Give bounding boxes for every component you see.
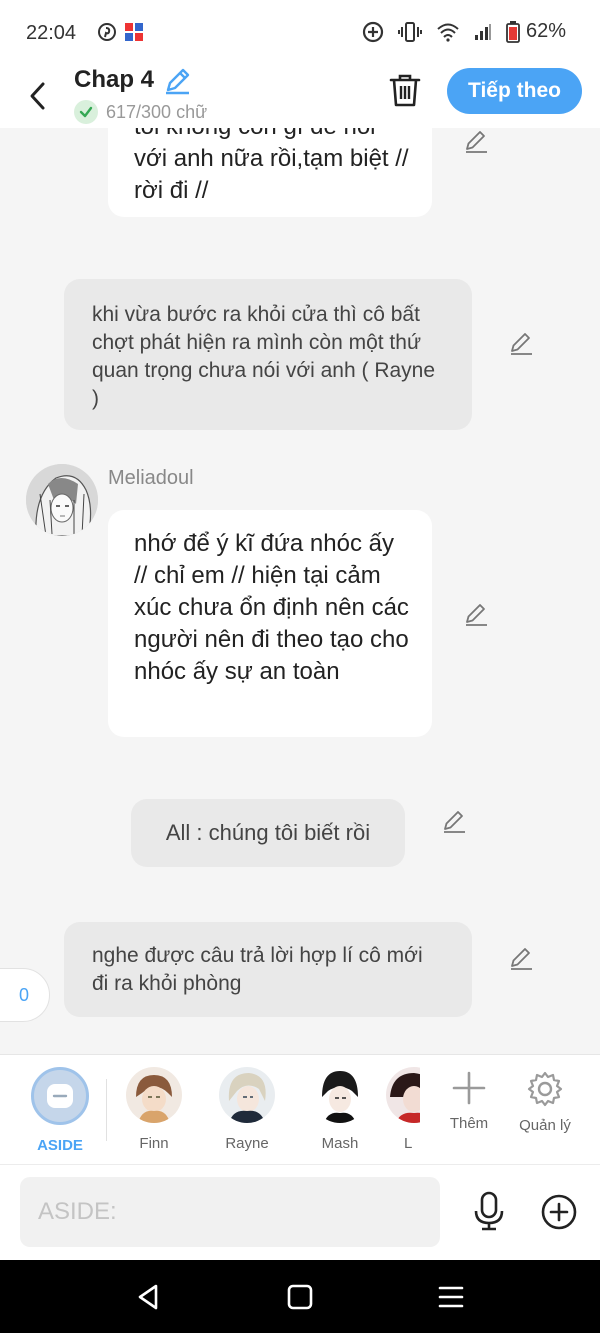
back-button[interactable] <box>22 76 52 116</box>
edit-message-icon[interactable] <box>463 601 489 627</box>
divider <box>106 1079 107 1141</box>
app-grid-icon <box>125 23 143 41</box>
system-nav-bar <box>0 1260 600 1333</box>
message-text: tôi không còn gì để nói với anh nữa rồi,… <box>134 128 409 204</box>
chat-area[interactable]: tôi không còn gì để nói với anh nữa rồi,… <box>0 128 600 1054</box>
character-label: Finn <box>139 1135 169 1152</box>
chat-bubble-icon <box>47 1084 73 1108</box>
edit-message-icon[interactable] <box>463 128 489 154</box>
comment-count-badge[interactable]: 0 <box>0 968 50 1022</box>
character-aside[interactable]: ASIDE <box>25 1067 95 1154</box>
gear-icon <box>527 1071 563 1107</box>
character-bar: ASIDE Finn Rayne Mash L Thêm Quản lý <box>0 1054 600 1164</box>
add-character-button[interactable]: Thêm <box>434 1071 504 1132</box>
speaker-name: Meliadoul <box>108 467 194 489</box>
status-icons-left <box>98 22 144 42</box>
next-button[interactable]: Tiếp theo <box>447 68 582 114</box>
microphone-icon[interactable] <box>470 1191 508 1231</box>
status-bar: 22:04 62% <box>0 0 600 66</box>
status-icons-right: 62% <box>362 20 566 43</box>
character-avatar <box>386 1067 420 1123</box>
aside-avatar <box>31 1067 89 1125</box>
check-icon <box>74 100 98 124</box>
manage-label: Quản lý <box>519 1117 571 1134</box>
edit-message-icon[interactable] <box>508 330 534 356</box>
wifi-icon <box>437 23 459 42</box>
aside-input[interactable] <box>20 1177 440 1247</box>
word-count: 617/300 chữ <box>74 100 207 124</box>
word-count-text: 617/300 chữ <box>106 101 208 122</box>
character-avatar <box>219 1067 275 1123</box>
character-finn[interactable]: Finn <box>119 1067 189 1152</box>
manage-button[interactable]: Quản lý <box>510 1071 580 1134</box>
character-avatar <box>312 1067 368 1123</box>
character-avatar <box>126 1067 182 1123</box>
character-label: Rayne <box>225 1135 269 1152</box>
menu-icon[interactable] <box>436 1282 466 1312</box>
chevron-left-icon <box>30 82 45 110</box>
add-label: Thêm <box>449 1115 489 1132</box>
narration-bubble[interactable]: All : chúng tôi biết rồi <box>131 799 405 867</box>
chapter-title: Chap 4 <box>74 66 155 93</box>
character-label: Mash <box>321 1135 359 1152</box>
character-label: ASIDE <box>37 1137 83 1154</box>
character-label: L <box>404 1135 413 1152</box>
message-text: nghe được câu trả lời hợp lí cô mới đi r… <box>92 944 423 995</box>
character-rayne[interactable]: Rayne <box>212 1067 282 1152</box>
data-saver-icon <box>362 21 384 42</box>
battery-icon <box>506 20 520 43</box>
narration-bubble[interactable]: nghe được câu trả lời hợp lí cô mới đi r… <box>64 922 472 1017</box>
message-text: All : chúng tôi biết rồi <box>165 820 371 845</box>
message-bubble[interactable]: tôi không còn gì để nói với anh nữa rồi,… <box>108 128 432 217</box>
app-header: Chap 4 617/300 chữ Tiếp theo <box>0 66 600 128</box>
message-text: khi vừa bước ra khỏi cửa thì cô bất chợt… <box>92 303 436 410</box>
pinterest-icon <box>98 23 116 41</box>
trash-icon[interactable] <box>388 72 422 108</box>
character-l[interactable]: L <box>380 1067 420 1152</box>
signal-icon <box>474 23 491 40</box>
character-mash[interactable]: Mash <box>305 1067 375 1152</box>
add-circle-icon[interactable] <box>540 1193 578 1231</box>
back-triangle-icon[interactable] <box>134 1282 164 1312</box>
narration-bubble[interactable]: khi vừa bước ra khỏi cửa thì cô bất chợt… <box>64 279 472 430</box>
edit-message-icon[interactable] <box>441 808 467 834</box>
input-bar <box>0 1164 600 1260</box>
plus-icon <box>452 1071 486 1105</box>
status-time: 22:04 <box>26 22 77 44</box>
edit-message-icon[interactable] <box>508 945 534 971</box>
speaker-avatar[interactable] <box>26 464 98 536</box>
home-square-icon[interactable] <box>285 1282 315 1312</box>
edit-title-icon[interactable] <box>162 66 192 96</box>
battery-level: 62% <box>525 20 566 42</box>
vibrate-icon <box>397 21 422 42</box>
message-text: nhớ để ý kĩ đứa nhóc ấy // chỉ em // hiệ… <box>134 530 409 685</box>
message-bubble[interactable]: nhớ để ý kĩ đứa nhóc ấy // chỉ em // hiệ… <box>108 510 432 737</box>
